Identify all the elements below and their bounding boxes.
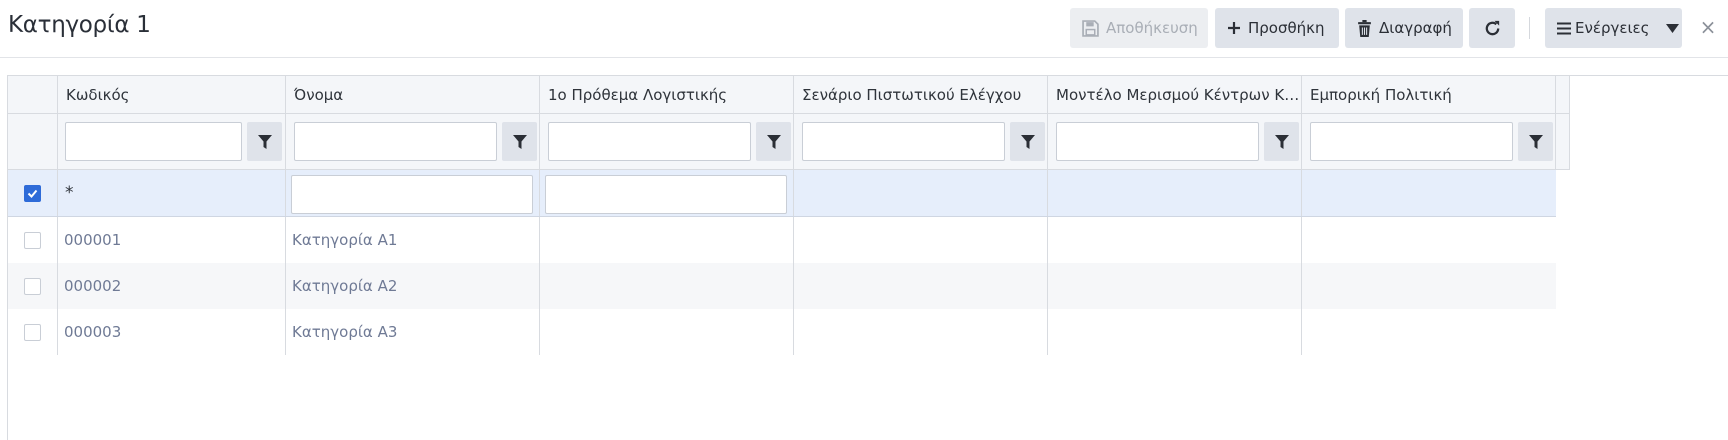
- commercial-policy-cell: [1302, 263, 1556, 309]
- code-cell: 000002: [58, 263, 286, 309]
- accounting-prefix-cell: [540, 309, 794, 355]
- filter-button-credit-scenario[interactable]: [1010, 122, 1045, 161]
- caret-down-icon: [1666, 23, 1680, 33]
- filter-cell-cost-allocation: [1048, 114, 1302, 170]
- filter-input-credit-scenario[interactable]: [802, 122, 1005, 161]
- toolbar-divider: [1529, 17, 1530, 39]
- save-icon: [1082, 19, 1099, 37]
- filter-cell-credit-scenario: [794, 114, 1048, 170]
- toolbar-header: Κατηγορία 1 Αποθήκευση Προσθήκη Διαγραφή…: [0, 0, 1728, 58]
- save-button-label: Αποθήκευση: [1106, 19, 1198, 37]
- filter-select-cell: [8, 114, 58, 170]
- accounting-prefix-cell: [540, 217, 794, 263]
- row-select-cell: [8, 263, 58, 309]
- cost-allocation-cell: [1048, 217, 1302, 263]
- code-cell: 000001: [58, 217, 286, 263]
- new-row-cost-allocation-cell: [1048, 170, 1302, 216]
- new-row-credit-scenario-cell: [794, 170, 1048, 216]
- page-title: Κατηγορία 1: [8, 12, 151, 38]
- filter-input-name[interactable]: [294, 122, 497, 161]
- filter-input-commercial-policy[interactable]: [1310, 122, 1513, 161]
- new-row-checkbox[interactable]: [24, 185, 41, 202]
- filter-icon: [1274, 134, 1289, 149]
- column-header-credit-scenario[interactable]: Σενάριο Πιστωτικού Ελέγχου: [794, 76, 1048, 114]
- select-column-header: [8, 76, 58, 114]
- name-cell: Κατηγορία Α2: [286, 263, 540, 309]
- save-button[interactable]: Αποθήκευση: [1070, 8, 1208, 48]
- refresh-icon: [1483, 19, 1502, 38]
- cost-allocation-cell: [1048, 263, 1302, 309]
- code-cell: 000003: [58, 309, 286, 355]
- filter-icon: [1528, 134, 1543, 149]
- delete-button[interactable]: Διαγραφή: [1345, 8, 1463, 48]
- actions-menu-label: Ενέργειες: [1575, 19, 1650, 37]
- new-row-accounting-prefix-cell: [540, 170, 794, 216]
- refresh-button[interactable]: [1469, 8, 1515, 48]
- close-icon[interactable]: ×: [1697, 14, 1719, 40]
- credit-scenario-cell: [794, 217, 1048, 263]
- filter-cell-accounting-prefix: [540, 114, 794, 170]
- name-cell: Κατηγορία Α3: [286, 309, 540, 355]
- table-row[interactable]: 000001 Κατηγορία Α1: [8, 217, 1556, 263]
- checkmark-icon: [27, 189, 38, 198]
- filter-button-commercial-policy[interactable]: [1518, 122, 1553, 161]
- column-header-spacer: [1556, 76, 1570, 114]
- filter-input-code[interactable]: [65, 122, 242, 161]
- filter-input-cost-allocation[interactable]: [1056, 122, 1259, 161]
- filter-icon: [766, 134, 781, 149]
- commercial-policy-cell: [1302, 217, 1556, 263]
- column-header-name[interactable]: Όνομα: [286, 76, 540, 114]
- row-checkbox[interactable]: [24, 324, 41, 341]
- row-checkbox[interactable]: [24, 278, 41, 295]
- new-row-accounting-prefix-input[interactable]: [545, 175, 787, 214]
- column-header-code[interactable]: Κωδικός: [58, 76, 286, 114]
- accounting-prefix-cell: [540, 263, 794, 309]
- cost-allocation-cell: [1048, 309, 1302, 355]
- filter-icon: [1020, 134, 1035, 149]
- add-button[interactable]: Προσθήκη: [1215, 8, 1339, 48]
- new-row-name-cell: [286, 170, 540, 216]
- delete-button-label: Διαγραφή: [1379, 19, 1452, 37]
- table-row[interactable]: 000002 Κατηγορία Α2: [8, 263, 1556, 309]
- credit-scenario-cell: [794, 263, 1048, 309]
- filter-cell-name: [286, 114, 540, 170]
- commercial-policy-cell: [1302, 309, 1556, 355]
- filter-button-cost-allocation[interactable]: [1264, 122, 1299, 161]
- new-row-name-input[interactable]: [291, 175, 533, 214]
- filter-input-accounting-prefix[interactable]: [548, 122, 751, 161]
- table-row[interactable]: 000003 Κατηγορία Α3: [8, 309, 1556, 355]
- column-header-accounting-prefix[interactable]: 1ο Πρόθεμα Λογιστικής: [540, 76, 794, 114]
- column-header-cost-allocation[interactable]: Μοντέλο Μερισμού Κέντρων Κόστους: [1048, 76, 1302, 114]
- new-row-code-cell: [58, 170, 286, 216]
- row-checkbox[interactable]: [24, 232, 41, 249]
- filter-icon: [257, 134, 272, 149]
- filter-button-accounting-prefix[interactable]: [756, 122, 791, 161]
- filter-button-name[interactable]: [502, 122, 537, 161]
- plus-icon: [1227, 21, 1241, 35]
- menu-icon: [1557, 22, 1571, 35]
- row-select-cell: [8, 217, 58, 263]
- new-row-commercial-policy-cell: [1302, 170, 1556, 216]
- column-header-commercial-policy[interactable]: Εμπορική Πολιτική: [1302, 76, 1556, 114]
- credit-scenario-cell: [794, 309, 1048, 355]
- filter-cell-commercial-policy: [1302, 114, 1556, 170]
- name-cell: Κατηγορία Α1: [286, 217, 540, 263]
- trash-icon: [1357, 19, 1372, 37]
- row-select-cell: [8, 309, 58, 355]
- filter-icon: [512, 134, 527, 149]
- new-row-select-cell: [8, 170, 58, 216]
- new-record-row: *: [8, 170, 1556, 217]
- filter-spacer: [1556, 114, 1570, 170]
- add-button-label: Προσθήκη: [1248, 19, 1325, 37]
- data-grid: Κωδικός Όνομα 1ο Πρόθεμα Λογιστικής Σενά…: [7, 75, 1728, 440]
- actions-menu-button[interactable]: Ενέργειες: [1545, 8, 1682, 48]
- filter-button-code[interactable]: [247, 122, 282, 161]
- filter-cell-code: [58, 114, 286, 170]
